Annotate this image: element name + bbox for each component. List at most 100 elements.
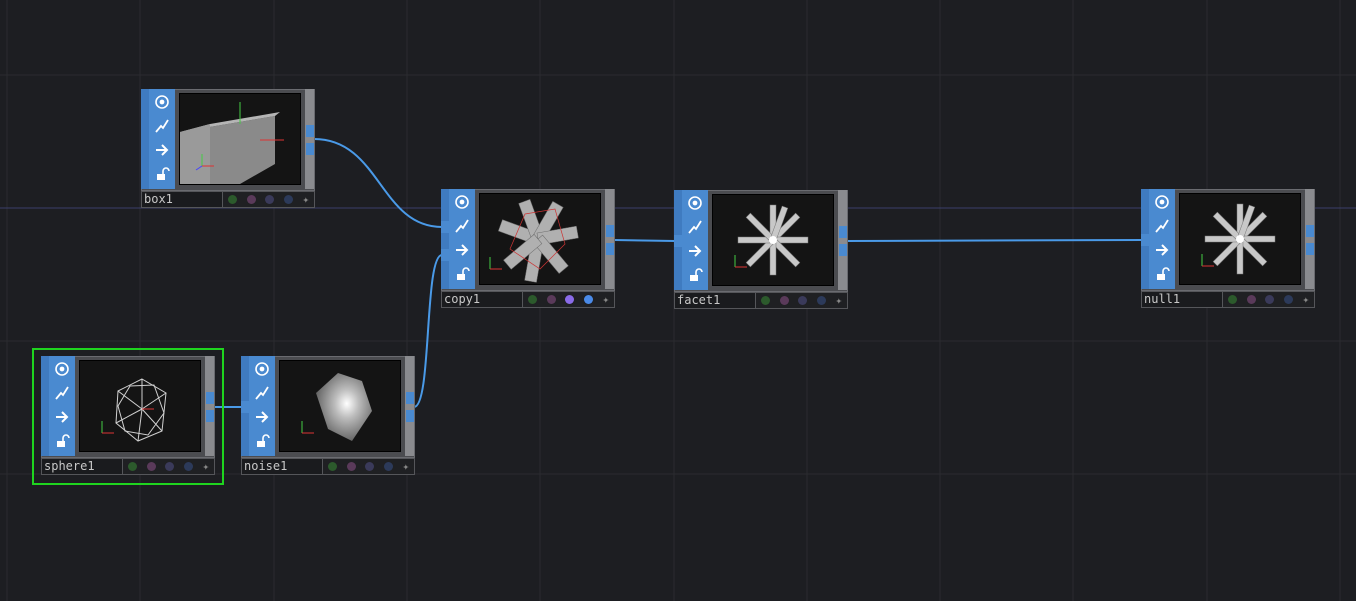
input-port[interactable] xyxy=(441,249,449,261)
output-port[interactable] xyxy=(839,244,847,256)
output-port[interactable] xyxy=(306,125,314,137)
node-name[interactable]: facet1 xyxy=(674,292,756,309)
bypass-icon[interactable] xyxy=(49,381,75,404)
display-flag-icon[interactable] xyxy=(682,239,708,262)
output-port[interactable] xyxy=(406,392,414,404)
node-flags: ✦ xyxy=(523,291,615,308)
input-port[interactable] xyxy=(441,221,449,233)
bypass-icon[interactable] xyxy=(449,214,475,237)
node-viewer[interactable] xyxy=(279,360,401,452)
cook-flag[interactable] xyxy=(527,295,537,304)
output-port[interactable] xyxy=(406,410,414,422)
node-footer: noise1 ✦ xyxy=(241,458,415,475)
display-flag[interactable] xyxy=(583,295,593,304)
template-flag[interactable] xyxy=(779,296,789,305)
node-output-strip xyxy=(838,190,847,290)
render-flag[interactable] xyxy=(798,296,808,305)
render-flag[interactable] xyxy=(365,462,375,471)
viewer-active-icon[interactable] xyxy=(149,90,175,113)
node-null1[interactable]: null1 ✦ xyxy=(1141,189,1315,309)
node-name[interactable]: box1 xyxy=(141,191,223,208)
display-flag[interactable] xyxy=(383,462,393,471)
lock-icon[interactable] xyxy=(249,429,275,452)
viewer-active-icon[interactable] xyxy=(249,357,275,380)
display-flag[interactable] xyxy=(283,195,293,204)
display-flag-icon[interactable] xyxy=(1149,238,1175,261)
node-copy1[interactable]: copy1 ✦ xyxy=(441,189,615,309)
node-toolbar xyxy=(249,356,275,456)
node-viewer[interactable] xyxy=(712,194,834,286)
output-port[interactable] xyxy=(606,243,614,255)
node-viewer[interactable] xyxy=(179,93,301,185)
node-viewer[interactable] xyxy=(1179,193,1301,285)
viewer-active-icon[interactable] xyxy=(49,357,75,380)
template-flag[interactable] xyxy=(1246,295,1256,304)
bypass-icon[interactable] xyxy=(1149,214,1175,237)
plus-icon[interactable]: ✦ xyxy=(1303,294,1310,305)
bypass-icon[interactable] xyxy=(149,114,175,137)
node-noise1[interactable]: noise1 ✦ xyxy=(241,356,415,476)
node-box1[interactable]: box1 ✦ xyxy=(141,89,315,209)
render-flag[interactable] xyxy=(165,462,175,471)
plus-icon[interactable]: ✦ xyxy=(403,461,410,472)
node-output-strip xyxy=(1305,189,1314,289)
display-flag[interactable] xyxy=(183,462,193,471)
plus-icon[interactable]: ✦ xyxy=(836,295,843,306)
display-flag[interactable] xyxy=(816,296,826,305)
output-port[interactable] xyxy=(1306,225,1314,237)
copy-preview-icon xyxy=(489,199,579,283)
lock-icon[interactable] xyxy=(682,263,708,286)
cook-flag[interactable] xyxy=(127,462,137,471)
display-flag-icon[interactable] xyxy=(249,405,275,428)
cook-flag[interactable] xyxy=(1227,295,1237,304)
cook-flag[interactable] xyxy=(227,195,237,204)
lock-icon[interactable] xyxy=(1149,262,1175,285)
node-toolbar xyxy=(49,356,75,456)
render-flag[interactable] xyxy=(1265,295,1275,304)
input-port[interactable] xyxy=(674,235,682,247)
node-name[interactable]: sphere1 xyxy=(41,458,123,475)
viewer-active-icon[interactable] xyxy=(449,190,475,213)
output-port[interactable] xyxy=(206,410,214,422)
template-flag[interactable] xyxy=(146,462,156,471)
viewer-active-icon[interactable] xyxy=(1149,190,1175,213)
output-port[interactable] xyxy=(606,225,614,237)
render-flag[interactable] xyxy=(565,295,575,304)
node-viewer[interactable] xyxy=(479,193,601,285)
render-flag[interactable] xyxy=(265,195,275,204)
input-port[interactable] xyxy=(241,401,249,413)
display-flag-icon[interactable] xyxy=(149,138,175,161)
lock-icon[interactable] xyxy=(49,429,75,452)
node-name[interactable]: null1 xyxy=(1141,291,1223,308)
node-facet1[interactable]: facet1 ✦ xyxy=(674,190,848,310)
output-port[interactable] xyxy=(1306,243,1314,255)
lock-icon[interactable] xyxy=(149,162,175,185)
viewer-active-icon[interactable] xyxy=(682,191,708,214)
node-name[interactable]: noise1 xyxy=(241,458,323,475)
plus-icon[interactable]: ✦ xyxy=(303,194,310,205)
output-port[interactable] xyxy=(839,226,847,238)
bypass-icon[interactable] xyxy=(682,215,708,238)
template-flag[interactable] xyxy=(546,295,556,304)
cook-flag[interactable] xyxy=(327,462,337,471)
node-output-strip xyxy=(605,189,614,289)
display-flag-icon[interactable] xyxy=(449,238,475,261)
node-name[interactable]: copy1 xyxy=(441,291,523,308)
template-flag[interactable] xyxy=(246,195,256,204)
bypass-icon[interactable] xyxy=(249,381,275,404)
display-flag-icon[interactable] xyxy=(49,405,75,428)
template-flag[interactable] xyxy=(346,462,356,471)
node-toolbar xyxy=(682,190,708,290)
node-footer: facet1 ✦ xyxy=(674,292,848,309)
input-port[interactable] xyxy=(1141,234,1149,246)
plus-icon[interactable]: ✦ xyxy=(203,461,210,472)
node-sphere1[interactable]: sphere1 ✦ xyxy=(41,356,215,476)
output-port[interactable] xyxy=(206,392,214,404)
lock-icon[interactable] xyxy=(449,262,475,285)
plus-icon[interactable]: ✦ xyxy=(603,294,610,305)
node-viewer[interactable] xyxy=(79,360,201,452)
display-flag[interactable] xyxy=(1283,295,1293,304)
output-port[interactable] xyxy=(306,143,314,155)
wire-noise1-copy1 xyxy=(413,254,443,408)
cook-flag[interactable] xyxy=(760,296,770,305)
